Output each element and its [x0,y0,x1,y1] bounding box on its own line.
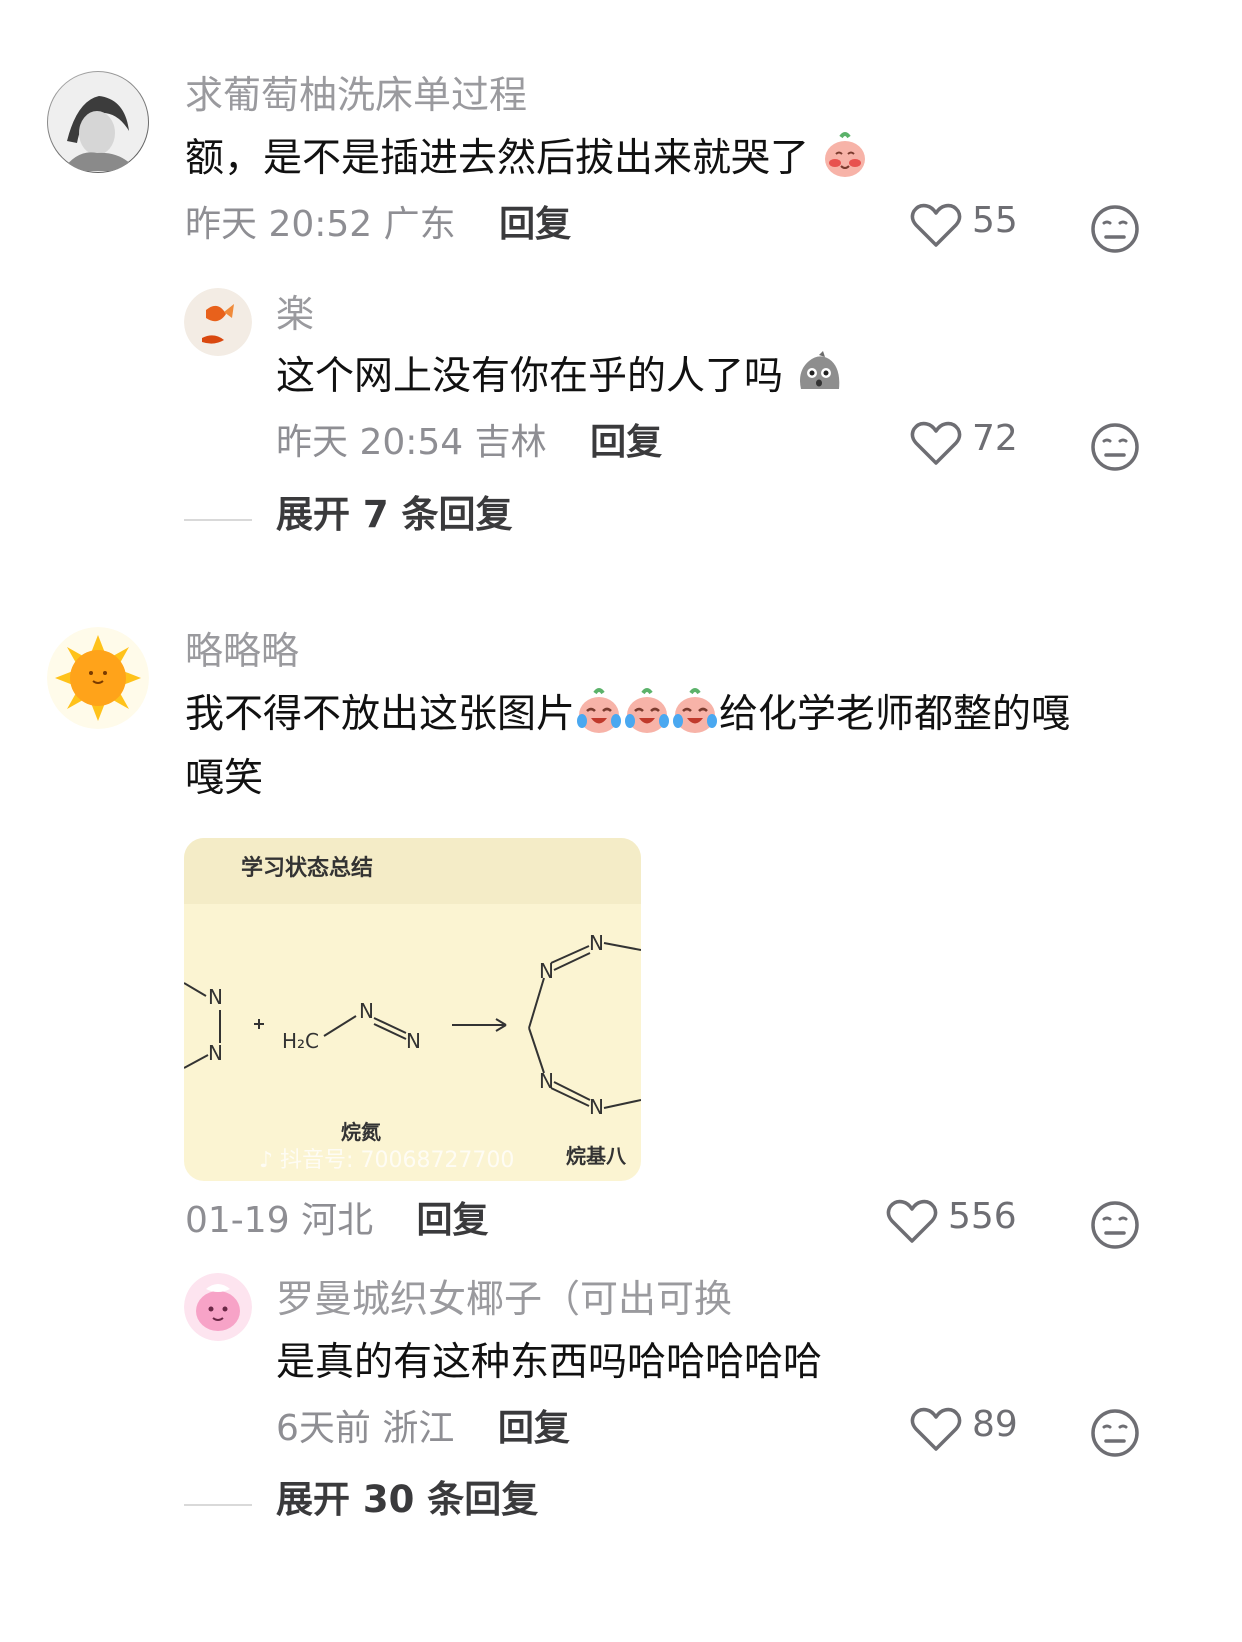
like-count: 89 [972,1404,1018,1445]
comment-location: 广东 [383,204,456,245]
comment-meta: 昨天 20:52 广东 回复 [185,202,571,248]
nickname[interactable]: 罗曼城织女椰子（可出可换 [276,1275,732,1323]
comment-text-content: 额，是不是插进去然后拔出来就哭了 [185,136,810,181]
avatar-goldfish [184,288,252,356]
reply-meta: 昨天 20:54 吉林 回复 [276,420,662,466]
neutral-face-icon [1091,205,1139,253]
heart-outline-icon [910,1407,962,1451]
comment-text: 额，是不是插进去然后拔出来就哭了 [185,127,869,191]
reply-text-content: 这个网上没有你在乎的人了吗 [276,354,784,399]
reply-meta: 6天前 浙江 回复 [276,1406,570,1452]
neutral-face-icon [1091,1201,1139,1249]
dislike-button[interactable] [1090,1408,1140,1462]
neutral-face-icon [1091,423,1139,471]
like-button[interactable]: 556 [886,1196,1017,1244]
comment-text-part2: 给化学老师都整的嘎 [719,692,1071,737]
reply-button[interactable]: 回复 [498,1408,570,1449]
neutral-face-icon [1091,1409,1139,1457]
dislike-button[interactable] [1090,204,1140,258]
dislike-button[interactable] [1090,422,1140,476]
comment-time: 01-19 [185,1200,290,1241]
nickname[interactable]: 求葡萄柚洗床单过程 [185,71,527,119]
atom-label: N [359,999,374,1023]
comment-text-line2: 嘎笑 [185,756,264,801]
atom-label: N [589,931,604,955]
comment-text-part1: 我不得不放出这张图片 [185,692,576,737]
reply-time: 昨天 20:54 [276,422,464,463]
tiktok-logo-icon: ♪ [259,1148,274,1173]
expand-replies-button[interactable]: 展开 30 条回复 [276,1477,538,1523]
like-button[interactable]: 89 [910,1404,1018,1452]
expand-divider [184,519,252,521]
crying-laughing-peach-emoji [577,688,622,733]
atom-label: N [208,1041,223,1065]
avatar-illustration [48,72,148,172]
like-count: 55 [972,200,1018,241]
blush-peach-emoji [825,132,866,177]
reply-button[interactable]: 回复 [499,204,571,245]
comment-location: 河北 [301,1200,374,1241]
comment-image[interactable]: 学习状态总结 N N H₂C N N N N N N 烷氮 烷基八 ♪ 抖音号:… [184,838,641,1181]
like-button[interactable]: 55 [910,200,1018,248]
reply-button[interactable]: 回复 [417,1200,489,1241]
avatar-pink-character [184,1273,252,1341]
watermark-text: 抖音号: 70068727700 [280,1148,515,1173]
atom-label: N [208,985,223,1009]
heart-outline-icon [910,421,962,465]
nickname[interactable]: 略略略 [185,627,299,675]
atom-label: N [539,959,554,983]
reaction-diagram: N N H₂C N N N N N N [184,931,641,1119]
crying-laughing-peach-emoji [625,688,670,733]
reply-text: 是真的有这种东西吗哈哈哈哈哈 [276,1340,823,1385]
avatar-comment-2[interactable] [47,627,149,729]
heart-outline-icon [886,1199,938,1243]
reply-button[interactable]: 回复 [590,422,662,463]
like-count: 72 [972,418,1018,459]
crying-laughing-peach-emoji [673,688,718,733]
atom-label: N [539,1069,554,1093]
comment-text: 我不得不放出这张图片 给化学老师都整的嘎 嘎笑 [185,683,1185,811]
heart-outline-icon [910,203,962,247]
avatar-comment-1[interactable] [47,71,149,173]
atom-label: N [589,1095,604,1119]
avatar-reply[interactable] [184,288,252,356]
comment-time: 昨天 20:52 [185,204,373,245]
image-label-right: 烷基八 [566,1144,626,1168]
avatar-sun [47,627,149,729]
atom-label: N [406,1029,421,1053]
formula-label: H₂C [282,1029,319,1053]
like-button[interactable]: 72 [910,418,1018,466]
reply-location: 吉林 [474,422,547,463]
nickname[interactable]: 楽 [276,290,314,338]
dislike-button[interactable] [1090,1200,1140,1254]
shocked-rock-emoji [800,351,840,389]
comment-meta: 01-19 河北 回复 [185,1198,489,1244]
reply-location: 浙江 [382,1408,455,1449]
reply-text: 这个网上没有你在乎的人了吗 [276,345,843,409]
reply-time: 6天前 [276,1408,371,1449]
expand-replies-button[interactable]: 展开 7 条回复 [276,492,513,538]
avatar-reply[interactable] [184,1273,252,1341]
image-label-left: 烷氮 [341,1120,381,1144]
expand-divider [184,1504,252,1506]
like-count: 556 [948,1196,1017,1237]
image-watermark: ♪ 抖音号: 70068727700 [259,1142,514,1174]
